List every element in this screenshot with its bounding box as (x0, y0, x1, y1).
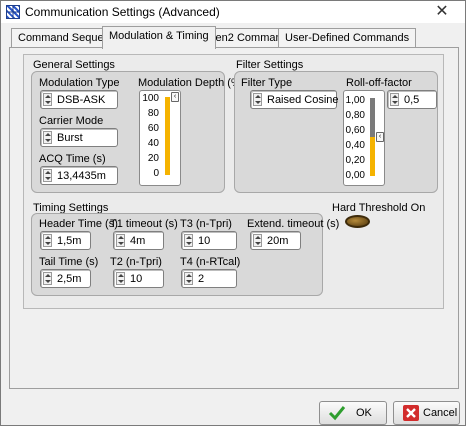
depth-track: ‹ (165, 92, 179, 175)
rolloff-slider[interactable]: 1,00 0,80 0,60 0,40 0,20 0,00 ‹ (343, 90, 385, 186)
cancel-button-label: Cancel (423, 407, 458, 419)
t4-label: T4 (n-RTcal) (180, 256, 241, 268)
spin-arrows-icon[interactable] (43, 93, 52, 106)
rolloff-track: ‹ (370, 98, 384, 176)
general-settings-title: General Settings (33, 59, 115, 71)
t2-input[interactable]: 10 (113, 269, 164, 288)
spin-arrows-icon[interactable] (116, 272, 125, 285)
modulation-type-select[interactable]: DSB-ASK (40, 90, 118, 109)
cancel-button[interactable]: Cancel (393, 401, 460, 425)
dialog-window: Communication Settings (Advanced) ✕ Comm… (0, 0, 466, 426)
t2-label: T2 (n-Tpri) (110, 256, 162, 268)
spin-arrows-icon[interactable] (253, 234, 262, 247)
depth-tick-40: 40 (147, 138, 159, 149)
hard-threshold-label: Hard Threshold On (332, 202, 426, 214)
modulation-type-label: Modulation Type (39, 77, 120, 89)
extend-timeout-input[interactable]: 20m (250, 231, 301, 250)
spin-arrows-icon[interactable] (184, 234, 193, 247)
rolloff-tick-0-2: 0,20 (345, 155, 365, 166)
carrier-mode-value: Burst (57, 132, 83, 144)
rolloff-tick-1: 1,00 (345, 95, 365, 106)
header-time-value: 1,5m (57, 235, 82, 247)
rolloff-fill (370, 137, 375, 176)
rolloff-thumb[interactable]: ‹ (376, 132, 384, 142)
rolloff-label: Roll-off-factor (346, 77, 412, 89)
tab-user-defined-commands[interactable]: User-Defined Commands (278, 28, 417, 47)
filter-settings-title: Filter Settings (236, 59, 304, 71)
modulation-depth-label: Modulation Depth (%) (138, 77, 245, 89)
rolloff-tick-0-8: 0,80 (345, 110, 365, 121)
filter-type-value: Raised Cosine (267, 94, 339, 106)
header-time-input[interactable]: 1,5m (40, 231, 91, 250)
window-title: Communication Settings (Advanced) (25, 5, 220, 19)
t4-value: 2 (198, 273, 205, 285)
t3-input[interactable]: 10 (181, 231, 237, 250)
rolloff-tick-0-4: 0,40 (345, 140, 365, 151)
modulation-depth-slider[interactable]: 100 80 60 40 20 0 ‹ (139, 90, 181, 186)
hard-threshold-toggle[interactable] (345, 215, 370, 228)
spin-arrows-icon[interactable] (116, 234, 125, 247)
depth-tick-80: 80 (147, 108, 159, 119)
t3-label: T3 (n-Tpri) (180, 218, 232, 230)
rolloff-tick-0-6: 0,60 (345, 125, 365, 136)
spin-arrows-icon[interactable] (43, 169, 52, 182)
depth-tick-0: 0 (153, 168, 159, 179)
extend-timeout-value: 20m (267, 235, 289, 247)
rolloff-input[interactable]: 0,5 (387, 90, 437, 109)
t1-timeout-value: 4m (130, 235, 146, 247)
rolloff-value: 0,5 (404, 94, 420, 106)
extend-timeout-label: Extend. timeout (s) (247, 218, 340, 230)
cancel-x-icon (403, 405, 419, 421)
carrier-mode-label: Carrier Mode (39, 115, 104, 127)
depth-tick-100: 100 (142, 93, 159, 104)
depth-tick-20: 20 (147, 153, 159, 164)
depth-tick-60: 60 (147, 123, 159, 134)
spin-arrows-icon[interactable] (390, 93, 399, 106)
acq-time-label: ACQ Time (s) (39, 153, 106, 165)
acq-time-input[interactable]: 13,4435m (40, 166, 118, 185)
tail-time-label: Tail Time (s) (39, 256, 99, 268)
depth-thumb[interactable]: ‹ (171, 92, 179, 102)
spin-arrows-icon[interactable] (184, 272, 193, 285)
spin-arrows-icon[interactable] (43, 272, 52, 285)
t1-timeout-input[interactable]: 4m (113, 231, 164, 250)
t4-input[interactable]: 2 (181, 269, 237, 288)
spin-arrows-icon[interactable] (253, 93, 262, 106)
close-icon[interactable]: ✕ (419, 1, 465, 23)
carrier-mode-select[interactable]: Burst (40, 128, 118, 147)
tail-time-value: 2,5m (57, 273, 82, 285)
filter-type-label: Filter Type (241, 77, 293, 89)
header-time-label: Header Time (s) (39, 218, 118, 230)
t3-value: 10 (198, 235, 211, 247)
spin-arrows-icon[interactable] (43, 131, 52, 144)
ok-button-label: OK (356, 407, 372, 419)
checkmark-icon (328, 406, 346, 421)
ok-button[interactable]: OK (319, 401, 387, 425)
app-icon (6, 5, 20, 19)
tail-time-input[interactable]: 2,5m (40, 269, 91, 288)
modulation-type-value: DSB-ASK (57, 94, 106, 106)
depth-fill (165, 97, 170, 175)
rolloff-tick-0: 0,00 (345, 170, 365, 181)
spin-arrows-icon[interactable] (43, 234, 52, 247)
t1-timeout-label: T1 timeout (s) (110, 218, 178, 230)
title-bar: Communication Settings (Advanced) ✕ (1, 1, 465, 23)
t2-value: 10 (130, 273, 143, 285)
tab-modulation-timing[interactable]: Modulation & Timing (102, 26, 216, 49)
acq-time-value: 13,4435m (57, 170, 106, 182)
filter-type-select[interactable]: Raised Cosine (250, 90, 339, 109)
